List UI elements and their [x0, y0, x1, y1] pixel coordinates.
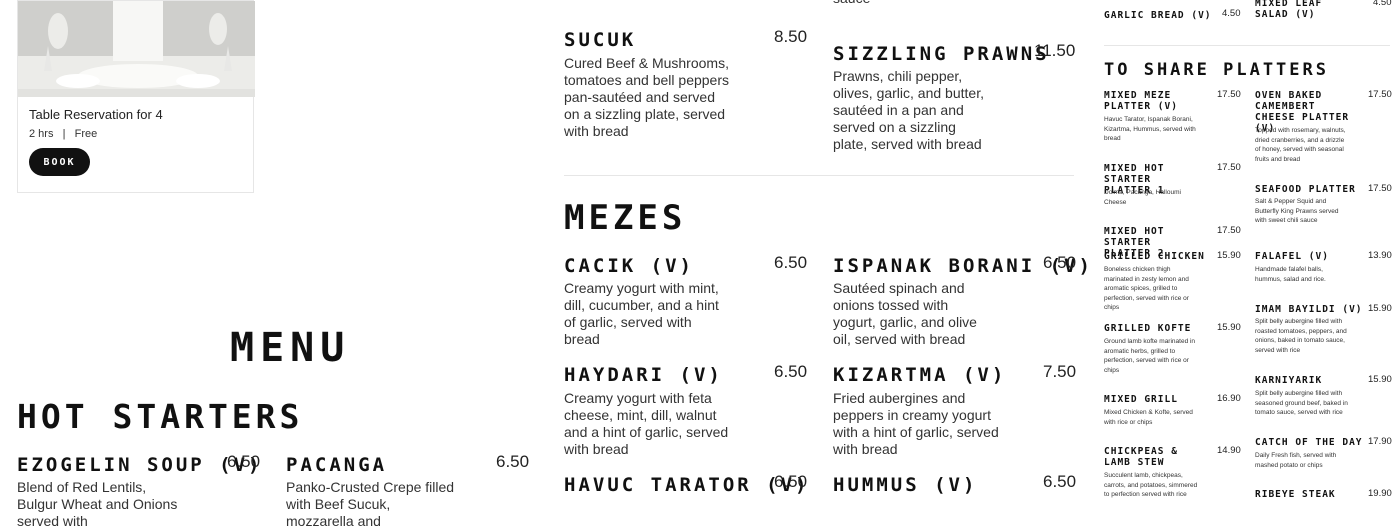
item-price: 4.50: [1373, 0, 1392, 8]
item-price: 6.50: [1043, 472, 1077, 491]
item-name: KARNIYARIK: [1255, 375, 1323, 386]
item-name: HAYDARI (V): [564, 364, 723, 386]
item-price: 6.50: [774, 362, 808, 381]
section-divider: [1104, 45, 1390, 46]
item-name: MIXED GRILL: [1104, 394, 1178, 405]
item-description: Mixed Chicken & Kofte, served with rice …: [1104, 409, 1193, 426]
section-divider: [564, 175, 1074, 176]
item-price: 17.50: [1217, 162, 1241, 173]
share-platters-heading: TO SHARE PLATTERS: [1104, 60, 1329, 80]
item-price: 14.90: [1217, 445, 1241, 456]
menu-heading: MENU: [230, 325, 351, 371]
item-price: 13.90: [1368, 250, 1392, 261]
mezes-heading: MEZES: [564, 198, 687, 238]
item-description: Handmade falafel balls, hummus, salad an…: [1255, 266, 1326, 283]
item-description: Havuc Tarator, Ispanak Borani, Kizartma,…: [1104, 116, 1196, 143]
item-price: 6.50: [227, 452, 261, 471]
restaurant-table-photo: [18, 1, 255, 97]
item-description: Dolma, Pacanga, Halloumi Cheese: [1104, 189, 1181, 206]
item-description: Panko-Crusted Crepe filled with Beef Suc…: [286, 479, 455, 529]
meta-separator: |: [62, 128, 66, 140]
item-description: Split belly aubergine filled with season…: [1255, 390, 1348, 417]
item-description: Topped with rosemary, walnuts, dried cra…: [1255, 127, 1346, 163]
item-name: GARLIC BREAD (V): [1104, 10, 1212, 21]
item-name: MIXED LEAF SALAD (V): [1255, 0, 1323, 20]
item-description: Creamy yogurt with feta cheese, mint, di…: [564, 390, 729, 457]
item-price: 6.50: [1043, 253, 1077, 272]
item-name: SEAFOOD PLATTER: [1255, 184, 1356, 195]
item-price: 16.90: [1217, 393, 1241, 404]
item-price: 6.50: [774, 472, 808, 491]
item-price: 17.50: [1217, 225, 1241, 236]
item-description: Prawns, chili pepper, olives, garlic, an…: [833, 68, 984, 152]
item-name: RIBEYE STEAK: [1255, 489, 1336, 500]
item-name: CACIK (V): [564, 255, 694, 277]
item-name: SIZZLING PRAWNS: [833, 43, 1050, 65]
item-price: 17.50: [1368, 89, 1392, 100]
item-description: Fried aubergines and peppers in creamy y…: [833, 390, 999, 457]
item-description: Split belly aubergine filled with roaste…: [1255, 318, 1347, 354]
reservation-meta: 2 hrs | Free: [29, 128, 97, 140]
item-description: Blend of Red Lentils, Bulgur Wheat and O…: [17, 479, 178, 529]
item-name: GRILLED CHICKEN: [1104, 251, 1205, 262]
item-price: 15.90: [1368, 303, 1392, 314]
hot-starters-heading: HOT STARTERS: [17, 397, 304, 436]
item-name: FALAFEL (V): [1255, 251, 1329, 262]
item-description-fragment: sauce: [833, 0, 870, 7]
item-description: Creamy yogurt with mint, dill, cucumber,…: [564, 280, 719, 347]
reservation-card: Table Reservation for 4 2 hrs | Free BOO…: [17, 0, 255, 193]
item-name: GRILLED KOFTE: [1104, 323, 1192, 334]
item-name: HUMMUS (V): [833, 474, 978, 496]
reservation-price: Free: [74, 128, 98, 140]
item-name: HAVUC TARATOR (V): [564, 474, 810, 496]
item-name: PACANGA: [286, 454, 388, 476]
item-price: 17.90: [1368, 436, 1392, 447]
item-price: 7.50: [1043, 362, 1077, 381]
reservation-duration: 2 hrs: [29, 128, 54, 140]
item-price: 4.50: [1222, 8, 1241, 19]
item-description: Sautéed spinach and onions tossed with y…: [833, 280, 977, 347]
book-button[interactable]: BOOK: [29, 148, 90, 176]
item-description: Cured Beef & Mushrooms, tomatoes and bel…: [564, 55, 729, 139]
item-price: 17.50: [1368, 183, 1392, 194]
item-name: MIXED MEZE PLATTER (V): [1104, 90, 1178, 112]
item-price: 17.50: [1217, 89, 1241, 100]
item-description: Salt & Pepper Squid and Butterfly King P…: [1255, 198, 1339, 225]
item-price: 6.50: [774, 253, 808, 272]
item-description: Boneless chicken thigh marinated in zest…: [1104, 266, 1189, 312]
item-description: Ground lamb kofte marinated in aromatic …: [1104, 338, 1196, 374]
item-price: 15.90: [1368, 374, 1392, 385]
item-description: Succulent lamb, chickpeas, carrots, and …: [1104, 472, 1198, 499]
reservation-title: Table Reservation for 4: [29, 107, 163, 122]
item-price: 15.90: [1217, 250, 1241, 261]
item-name: CHICKPEAS & LAMB STEW: [1104, 446, 1178, 468]
item-price: 15.90: [1217, 322, 1241, 333]
item-price: 8.50: [774, 27, 808, 46]
item-name: SUCUK: [564, 29, 637, 51]
item-description: Daily Fresh fish, served with mashed pot…: [1255, 452, 1337, 469]
item-name: EZOGELIN SOUP (V): [17, 454, 263, 476]
item-price: 6.50: [496, 452, 530, 471]
item-name: CATCH OF THE DAY: [1255, 437, 1363, 448]
item-name: IMAM BAYILDI (V): [1255, 304, 1363, 315]
item-price: 19.90: [1368, 488, 1392, 499]
item-price: 11.50: [1034, 41, 1076, 60]
item-name: KIZARTMA (V): [833, 364, 1007, 386]
